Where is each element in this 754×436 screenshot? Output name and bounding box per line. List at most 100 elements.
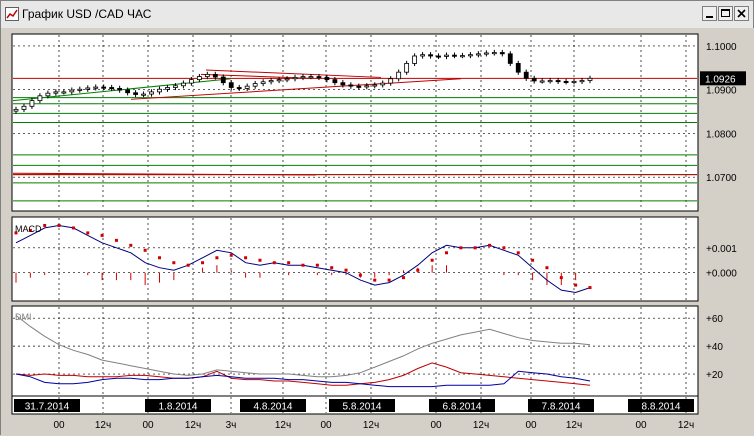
candle-body [117,87,123,91]
candle-body [499,52,505,55]
macd-signal-point [387,278,391,282]
candle-body [292,77,298,80]
candle-body [420,54,425,57]
candle-body [460,55,465,58]
candle-body [571,80,577,83]
candle-body [157,88,162,93]
candle-body [196,76,202,81]
candle-body [468,54,473,57]
macd-signal-point [488,243,492,247]
price-tick-label: 1.0700 [706,173,737,184]
title-bar[interactable]: График USD /CAD ЧАС [1,1,753,29]
candle-body [491,52,497,55]
hour-label: 12ч [678,420,694,431]
candle-body [515,63,521,73]
candle-body [220,76,226,84]
macd-tick-label: +0.000 [706,269,737,280]
dmi-tick-label: +40 [706,342,723,353]
macd-signal-point [373,278,377,282]
candle-body [380,82,386,86]
close-button[interactable] [734,6,749,21]
macd-signal-point [588,286,592,290]
macd-signal-point [574,283,578,287]
candle-body [53,91,59,94]
hour-label: 12ч [275,420,291,431]
macd-signal-point [516,251,520,255]
last-price-label: 1.0926 [705,74,736,85]
candle-body [523,71,529,79]
candle-body [563,80,569,83]
candle-body [188,79,194,84]
price-tick-label: 1.0900 [706,86,737,97]
macd-signal-point [143,248,147,252]
hour-label: 3ч [226,420,237,431]
macd-signal-point [43,223,47,227]
candle-body [579,80,585,83]
hour-label: 00 [430,420,442,431]
candle-body [93,86,99,89]
macd-signal-point [445,251,448,255]
candle-body [324,77,330,81]
maximize-button[interactable] [718,6,733,21]
macd-signal-point [330,266,334,270]
minimize-button[interactable] [702,6,717,21]
price-tick-label: 1.0800 [706,129,737,140]
hour-label: 12ч [473,420,489,431]
candle-body [428,54,433,57]
macd-signal-point [401,276,405,280]
candle-body [475,53,481,56]
hour-label: 12ч [363,420,379,431]
macd-signal-point [358,273,362,277]
candle-body [316,76,322,79]
dmi-tick-label: +20 [706,370,723,381]
candle-body [101,86,107,89]
chart-app-icon [5,7,19,21]
macd-signal-point [559,276,563,280]
candle-body [444,54,449,57]
macd-signal-point [158,256,161,260]
macd-signal-point [531,258,535,262]
maximize-icon [721,9,730,17]
candle-body [244,85,250,89]
macd-signal-point [100,233,104,237]
macd-signal-point [244,256,248,260]
hour-label: 00 [320,420,332,431]
candle-body [141,93,146,96]
price-tick-label: 1.1000 [706,42,737,53]
minimize-icon [706,16,713,18]
macd-signal-point [57,223,61,227]
date-label: 1.8.2014 [159,402,198,413]
date-label: 5.8.2014 [343,402,382,413]
dmi-tick-label: +60 [706,314,723,325]
candle-body [133,92,138,95]
candle-body [236,87,242,90]
dmi-label: DMI [15,312,32,322]
candle-body [125,89,131,94]
macd-signal-point [502,246,506,250]
macd-panel [11,216,699,302]
chart-canvas: 1.1000 1.0900 1.0800 1.0700 1.0926 +0.001 +0.0… [1,28,754,436]
candle-body [61,91,67,94]
candle-body [69,89,75,93]
candle-body [587,77,593,81]
macd-signal-point [129,243,133,247]
macd-signal-point [229,253,233,257]
macd-signal-point [430,258,434,262]
macd-signal-point [215,256,219,260]
macd-tick-label: +0.001 [706,244,737,255]
candle-body [404,63,410,73]
macd-signal-point [201,261,205,265]
candle-body [252,83,258,87]
date-label: 8.8.2014 [642,402,681,413]
macd-signal-point [272,261,276,265]
candle-body [45,92,51,97]
macd-signal-point [287,261,291,265]
candle-body [228,82,234,88]
candle-body [284,78,290,81]
candle-body [173,85,178,88]
macd-signal-point [473,246,477,250]
candle-body [356,85,362,88]
candle-body [388,78,394,84]
candle-body [260,81,266,84]
macd-signal-point [186,263,190,267]
